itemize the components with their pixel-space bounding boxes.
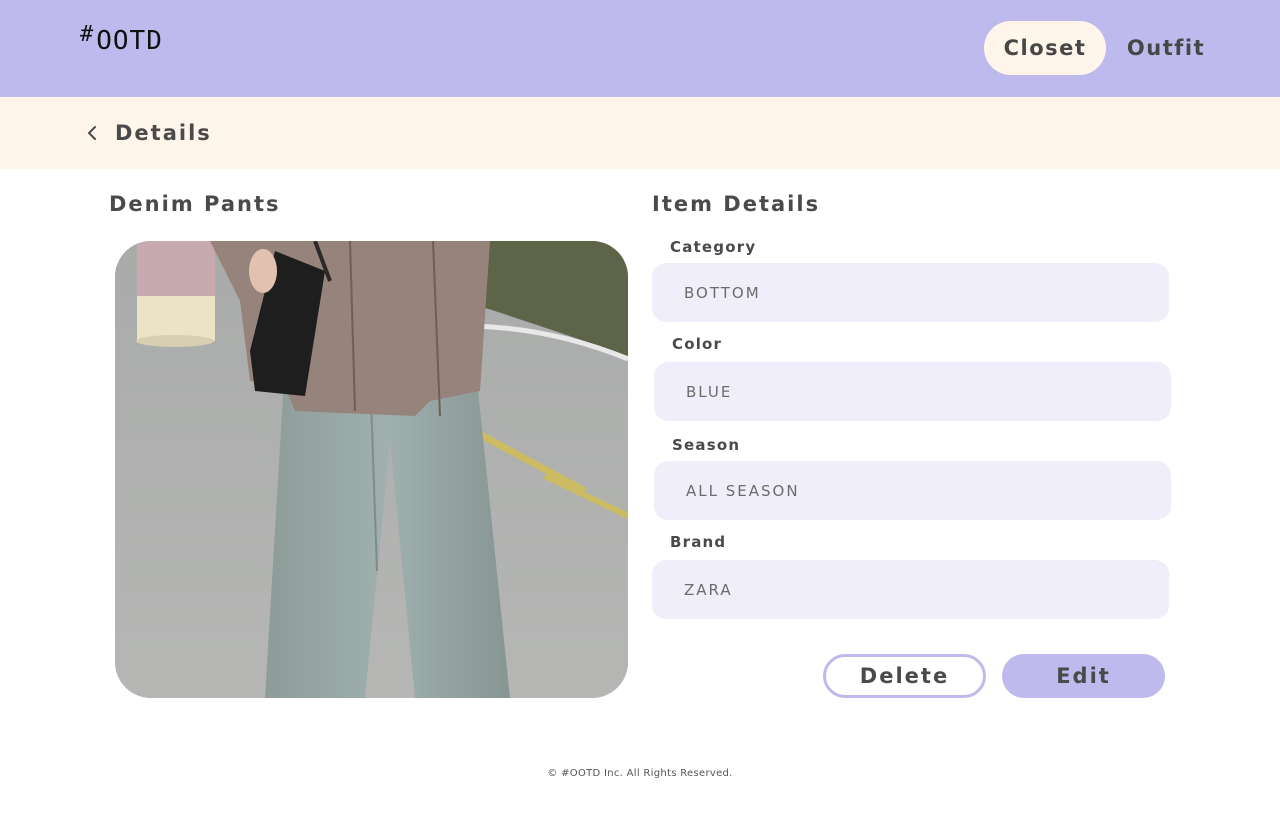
color-field[interactable]: BLUE [654, 362, 1171, 421]
season-label: Season [672, 436, 741, 454]
logo[interactable]: #OOTD [80, 22, 163, 56]
item-photo [115, 241, 628, 698]
delete-button[interactable]: Delete [823, 654, 986, 698]
brand-field[interactable]: ZARA [652, 560, 1169, 619]
footer-copyright: © #OOTD Inc. All Rights Reserved. [547, 768, 733, 779]
brand-label: Brand [670, 533, 727, 551]
nav-outfit-button[interactable]: Outfit [1116, 21, 1216, 75]
top-navigation-bar: #OOTD Closet Outfit [0, 0, 1280, 97]
chevron-left-icon [88, 126, 96, 140]
item-details-heading: Item Details [652, 192, 821, 216]
person-wearing-jeans-photo [115, 241, 628, 698]
logo-text: OOTD [96, 26, 163, 56]
item-name: Denim Pants [109, 192, 281, 216]
page-title: Details [115, 121, 212, 145]
category-label: Category [670, 238, 757, 256]
edit-button[interactable]: Edit [1002, 654, 1165, 698]
back-button[interactable] [80, 118, 104, 148]
nav-closet-button[interactable]: Closet [984, 21, 1106, 75]
category-field[interactable]: BOTTOM [652, 263, 1169, 322]
season-field[interactable]: ALL SEASON [654, 461, 1171, 520]
logo-hash: # [80, 22, 95, 47]
color-label: Color [672, 335, 723, 353]
